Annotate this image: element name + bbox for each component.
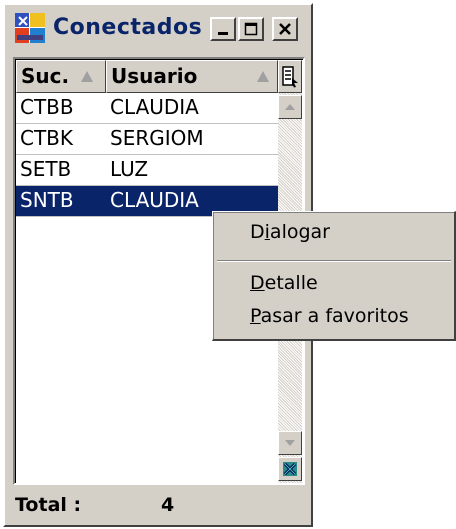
clear-filter-button[interactable] [278, 457, 302, 481]
column-chooser-icon [282, 65, 298, 87]
clear-filter-icon [283, 462, 297, 476]
maximize-button[interactable] [238, 17, 264, 41]
cell-usuario: LUZ [110, 157, 149, 181]
menu-separator [217, 260, 451, 262]
mnemonic-letter: P [250, 305, 261, 327]
close-icon [279, 23, 291, 35]
menu-item-detalle-label: Detalle [250, 272, 318, 294]
app-grid-icon [15, 13, 45, 43]
minimize-icon [218, 32, 228, 35]
mnemonic-letter: D [250, 272, 265, 294]
scroll-up-button[interactable] [278, 95, 302, 119]
context-menu: Dialogar Detalle Pasar a favoritos [212, 211, 456, 341]
column-header-suc-label: Suc. [21, 64, 70, 88]
cell-suc: CTBB [20, 95, 74, 119]
arrow-down-icon [285, 440, 295, 446]
sort-ascending-icon [257, 71, 269, 82]
total-label: Total : [15, 494, 82, 516]
minimize-button[interactable] [210, 17, 236, 41]
mnemonic-letter: i [264, 221, 270, 243]
menu-item-pasar-a-favoritos-label: Pasar a favoritos [250, 305, 409, 327]
status-footer: Total : 4 [13, 489, 305, 521]
sort-ascending-icon [81, 71, 93, 82]
maximize-icon [244, 22, 258, 36]
cell-suc: SNTB [20, 188, 74, 212]
menu-item-dialogar[interactable]: Dialogar [215, 217, 453, 247]
arrow-up-icon [285, 104, 295, 110]
cell-suc: SETB [20, 157, 72, 181]
close-button[interactable] [272, 17, 298, 41]
table-row[interactable]: CTBK SERGIOM [16, 124, 278, 155]
title-bar[interactable]: Conectados [7, 7, 309, 51]
total-value: 4 [161, 494, 175, 516]
column-chooser-button[interactable] [278, 60, 302, 93]
menu-item-dialogar-label: Dialogar [250, 221, 330, 243]
window-title: Conectados [53, 15, 203, 40]
column-header-usuario[interactable]: Usuario [106, 60, 278, 93]
cell-usuario: CLAUDIA [110, 95, 199, 119]
cell-usuario: SERGIOM [110, 126, 204, 150]
menu-item-detalle[interactable]: Detalle [215, 268, 453, 298]
menu-item-pasar-a-favoritos[interactable]: Pasar a favoritos [215, 301, 453, 331]
column-header-suc[interactable]: Suc. [16, 60, 106, 93]
column-header-usuario-label: Usuario [111, 64, 198, 88]
cell-suc: CTBK [20, 126, 74, 150]
table-row[interactable]: CTBB CLAUDIA [16, 93, 278, 124]
table-row[interactable]: SETB LUZ [16, 155, 278, 186]
cell-usuario: CLAUDIA [110, 188, 199, 212]
scroll-down-button[interactable] [278, 431, 302, 455]
